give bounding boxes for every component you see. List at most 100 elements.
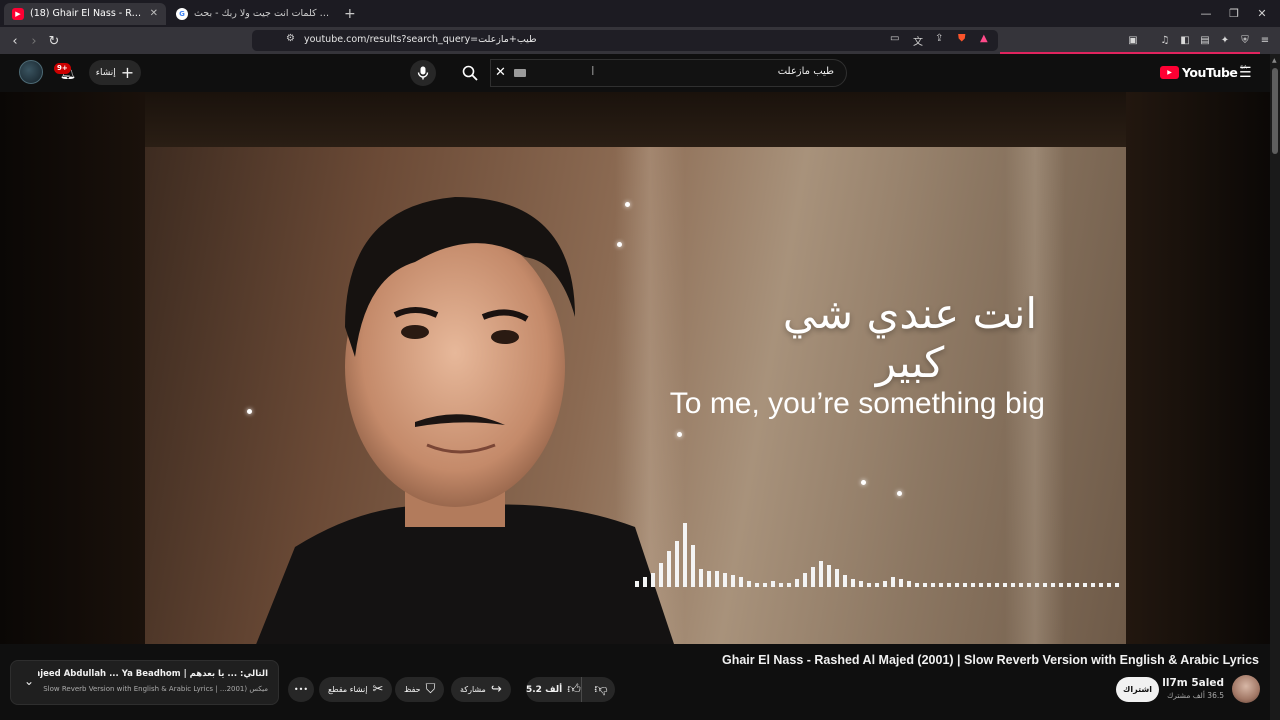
- visualizer-bar: [771, 581, 775, 587]
- visualizer-bar: [947, 583, 951, 587]
- new-tab-button[interactable]: +: [344, 6, 356, 22]
- visualizer-bar: [643, 577, 647, 587]
- channel-name[interactable]: ll7m 5aled: [1162, 677, 1224, 689]
- visualizer-bar: [1043, 583, 1047, 587]
- keyboard-icon[interactable]: [514, 69, 526, 77]
- visualizer-bar: [635, 581, 639, 587]
- vpn-icon[interactable]: ⛨: [1238, 33, 1252, 47]
- rewards-icon[interactable]: ▲: [980, 33, 988, 44]
- sidebar-toggle-icon[interactable]: ▣: [1126, 33, 1140, 47]
- page-scrollbar[interactable]: ▲: [1270, 54, 1280, 720]
- visualizer-bar: [787, 583, 791, 587]
- video-letterbox-right: [1126, 92, 1270, 644]
- visualizer-bar: [995, 583, 999, 587]
- video-player[interactable]: انت عندي شي كبير To me, you’re something…: [0, 92, 1270, 644]
- visualizer-bar: [875, 583, 879, 587]
- scroll-up-icon[interactable]: ▲: [1272, 57, 1277, 64]
- clip-label: إنشاء مقطع: [328, 685, 368, 694]
- voice-search-button[interactable]: [410, 60, 436, 86]
- channel-avatar[interactable]: [1232, 675, 1260, 703]
- visualizer-bar: [1019, 583, 1023, 587]
- browser-tab-bar: ▶ (18) Ghair El Nass - Rashed Al ✕ G كلم…: [0, 0, 1280, 27]
- sparkle: [625, 202, 630, 207]
- create-label: إنشاء: [95, 67, 116, 78]
- tab-google[interactable]: G كلمات انت جيت ولا ربك - بحث Google: [168, 3, 338, 25]
- visualizer-bar: [979, 583, 983, 587]
- plus-icon: +: [120, 62, 135, 82]
- panel-icon[interactable]: ◧: [1178, 33, 1192, 47]
- url-text: youtube.com/results?search_query=طيب+ماز…: [304, 34, 537, 45]
- visualizer-bar: [699, 569, 703, 587]
- lyric-arabic: انت عندي شي كبير: [782, 289, 1038, 387]
- more-actions-button[interactable]: •••: [288, 677, 314, 702]
- clear-search-icon[interactable]: ✕: [495, 65, 506, 80]
- visualizer-bar: [827, 565, 831, 587]
- wallet-icon[interactable]: ▤: [1198, 33, 1212, 47]
- sparkle: [247, 409, 252, 414]
- chevron-down-icon[interactable]: ⌄: [24, 674, 34, 688]
- search-input[interactable]: ✕ I طيب مازعلت: [490, 59, 847, 87]
- visualizer-bar: [1067, 583, 1071, 587]
- search-button[interactable]: [450, 59, 490, 87]
- url-field[interactable]: ⚙ youtube.com/results?search_query=طيب+م…: [252, 30, 998, 51]
- up-next-title: التالي: ... يا بعدهم | Abdul Majeed Abdu…: [38, 669, 268, 679]
- video-letterbox-left: [0, 92, 145, 644]
- close-tab-icon[interactable]: ✕: [150, 8, 158, 19]
- create-button[interactable]: إنشاء +: [89, 60, 141, 85]
- visualizer-bar: [715, 571, 719, 587]
- close-window-button[interactable]: ✕: [1244, 0, 1280, 27]
- cast-icon[interactable]: ▭: [890, 33, 899, 44]
- visualizer-bar: [707, 571, 711, 587]
- visualizer-bar: [851, 579, 855, 587]
- up-next-miniplayer[interactable]: ⌄ التالي: ... يا بعدهم | Abdul Majeed Ab…: [10, 660, 279, 705]
- site-info-icon[interactable]: ⚙: [286, 33, 295, 44]
- share-button[interactable]: مشاركة ↪: [451, 677, 511, 702]
- like-dislike-group: 5.2 ألف 👍︎ 👎︎: [526, 677, 615, 702]
- visualizer-bar: [675, 541, 679, 587]
- like-button[interactable]: 5.2 ألف 👍︎: [526, 677, 582, 702]
- visualizer-bar: [987, 583, 991, 587]
- share-page-icon[interactable]: ⇪: [935, 33, 943, 44]
- notification-count-badge: 9+: [54, 63, 71, 74]
- singer-portrait: [256, 197, 674, 644]
- visualizer-bar: [667, 551, 671, 587]
- visualizer-bar: [915, 583, 919, 587]
- brave-shield-icon[interactable]: ⛊: [958, 33, 966, 44]
- back-icon[interactable]: ‹: [6, 32, 24, 50]
- visualizer-bar: [1075, 583, 1079, 587]
- reload-icon[interactable]: ↻: [45, 32, 63, 50]
- subscribe-button[interactable]: اشتراك: [1116, 677, 1159, 702]
- visualizer-bar: [1107, 583, 1111, 587]
- clip-button[interactable]: إنشاء مقطع ✂: [319, 677, 393, 702]
- ai-icon[interactable]: ✦: [1218, 33, 1232, 47]
- forward-icon[interactable]: ›: [25, 32, 43, 50]
- lyric-english: To me, you’re something big: [669, 387, 1045, 420]
- visualizer-bar: [1059, 583, 1063, 587]
- visualizer-bar: [755, 583, 759, 587]
- translate-icon[interactable]: 文: [913, 33, 923, 48]
- visualizer-bar: [1011, 583, 1015, 587]
- visualizer-bar: [1083, 583, 1087, 587]
- visualizer-bar: [1091, 583, 1095, 587]
- visualizer-bar: [899, 579, 903, 587]
- visualizer-bar: [683, 523, 687, 587]
- browser-menu-icon[interactable]: ≡: [1258, 33, 1272, 47]
- youtube-logo[interactable]: ▶ YouTube SA: [1160, 65, 1247, 80]
- scrollbar-thumb[interactable]: [1272, 68, 1278, 154]
- save-button[interactable]: حفظ ⛉: [395, 677, 445, 702]
- visualizer-bar: [691, 545, 695, 587]
- thumbs-up-icon: 👍︎: [567, 682, 581, 697]
- tab-youtube[interactable]: ▶ (18) Ghair El Nass - Rashed Al ✕: [4, 2, 166, 25]
- text-cursor-icon: I: [591, 64, 595, 78]
- search-query-text: طيب مازعلت: [777, 66, 834, 77]
- music-icon[interactable]: ♫: [1158, 33, 1172, 47]
- youtube-logo-text: YouTube: [1182, 65, 1238, 80]
- visualizer-bar: [739, 577, 743, 587]
- account-avatar[interactable]: [19, 60, 43, 84]
- share-label: مشاركة: [460, 685, 486, 694]
- more-icon: •••: [293, 685, 309, 694]
- tab-title: (18) Ghair El Nass - Rashed Al: [30, 8, 144, 19]
- dislike-button[interactable]: 👎︎: [587, 677, 615, 702]
- guide-menu-icon[interactable]: ☰: [1239, 65, 1252, 81]
- google-favicon-icon: G: [176, 7, 188, 20]
